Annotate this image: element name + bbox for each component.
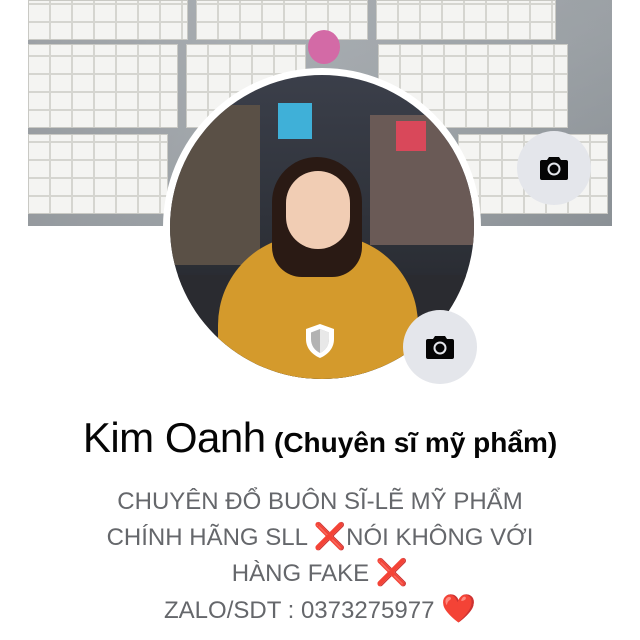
bio-line: CHUYÊN ĐỔ BUÔN SĨ-LẼ MỸ PHẨM: [20, 484, 620, 519]
camera-icon: [426, 336, 454, 359]
camera-icon: [540, 157, 568, 180]
cover-box: [376, 0, 556, 40]
avatar-bg-building: [170, 105, 260, 265]
profile-bio: CHUYÊN ĐỔ BUÔN SĨ-LẼ MỸ PHẨM CHÍNH HÃNG …: [20, 484, 620, 628]
profile-photo-camera-button[interactable]: [403, 310, 477, 384]
cross-mark-icon: ❌: [313, 521, 347, 551]
avatar-bg-sign: [396, 121, 426, 151]
bio-text: HÀNG FAKE: [231, 560, 376, 587]
cover-photo-camera-button[interactable]: [517, 131, 591, 205]
bio-line: HÀNG FAKE ❌: [20, 555, 620, 591]
shield-icon: [306, 324, 334, 358]
avatar-bg-sign: [278, 103, 312, 139]
bio-line: ZALO/SDT : 0373275977 ❤️: [20, 591, 620, 628]
cover-product-label: [308, 30, 340, 64]
bio-text: ZALO/SDT : 0373275977: [164, 597, 442, 624]
bio-text: CHUYÊN ĐỔ BUÔN SĨ-LẼ MỸ PHẨM: [117, 488, 523, 515]
cover-box: [28, 0, 188, 40]
profile-name: Kim Oanh: [82, 414, 266, 461]
avatar-person-face: [286, 171, 350, 249]
cover-box: [28, 44, 178, 128]
heart-icon: ❤️: [441, 593, 476, 624]
profile-alternate-name: (Chuyên sĩ mỹ phẩm): [274, 427, 558, 458]
bio-line: CHÍNH HÃNG SLL ❌NÓI KHÔNG VỚI: [20, 519, 620, 555]
cover-box: [28, 134, 168, 214]
cover-box: [196, 0, 368, 40]
bio-text: NÓI KHÔNG VỚI: [346, 524, 534, 551]
bio-text: CHÍNH HÃNG SLL: [106, 524, 314, 551]
profile-name-row: Kim Oanh (Chuyên sĩ mỹ phẩm): [0, 414, 640, 462]
cross-mark-icon: ❌: [375, 557, 409, 587]
